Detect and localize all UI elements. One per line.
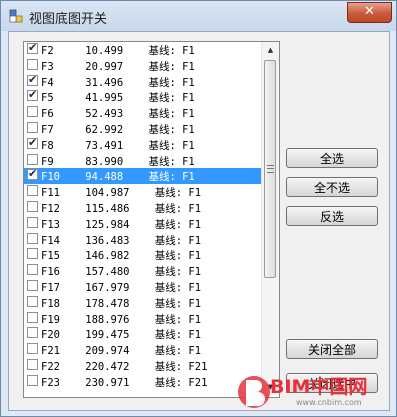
item-label: F17 167.979 基线: F1 xyxy=(41,281,202,294)
item-label: F10 94.488 基线: F1 xyxy=(41,171,195,184)
check-icon: ✔ xyxy=(28,167,38,181)
grip-icon xyxy=(267,165,274,173)
item-label: F23 230.971 基线: F21 xyxy=(41,376,208,389)
list-item[interactable]: F23 230.971 基线: F21 xyxy=(24,374,261,390)
scroll-thumb[interactable] xyxy=(264,60,276,278)
scroll-up-icon[interactable]: ▲ xyxy=(262,42,279,58)
list-item[interactable]: ✔ F4 31.496 基线: F1 xyxy=(24,72,261,90)
item-checkbox[interactable] xyxy=(27,248,38,260)
item-checkbox[interactable]: ✔ xyxy=(27,167,38,181)
select-all-button[interactable]: 全选 xyxy=(286,148,378,168)
check-icon: ✔ xyxy=(28,72,38,86)
item-checkbox[interactable] xyxy=(27,311,38,323)
item-checkbox[interactable] xyxy=(27,200,38,212)
list-item[interactable]: F18 178.478 基线: F1 xyxy=(24,295,261,311)
item-label: F13 125.984 基线: F1 xyxy=(41,218,202,231)
list-item[interactable]: F13 125.984 基线: F1 xyxy=(24,216,261,232)
item-checkbox[interactable] xyxy=(27,295,38,307)
item-checkbox[interactable]: ✔ xyxy=(27,72,38,86)
item-checkbox[interactable] xyxy=(27,327,38,339)
item-label: F3 20.997 基线: F1 xyxy=(41,60,195,73)
item-checkbox[interactable]: ✔ xyxy=(27,41,38,54)
invert-selection-button[interactable]: 反选 xyxy=(286,206,378,226)
bim-logo-icon xyxy=(238,376,270,408)
dialog-body: ✔ F2 10.499 基线: F1 F3 20.997 基线: F1 ✔ F4 31.… xyxy=(8,31,390,411)
close-button[interactable]: ✕ xyxy=(347,2,392,23)
list-item[interactable]: F22 220.472 基线: F21 xyxy=(24,358,261,374)
item-label: F14 136.483 基线: F1 xyxy=(41,234,202,247)
list-item[interactable]: F3 20.997 基线: F1 xyxy=(24,58,261,74)
list-item[interactable]: F20 199.475 基线: F1 xyxy=(24,326,261,342)
item-checkbox[interactable] xyxy=(27,185,38,197)
item-checkbox[interactable] xyxy=(27,264,38,276)
list-item[interactable]: ✔ F5 41.995 基线: F1 xyxy=(24,88,261,105)
app-icon xyxy=(9,9,23,23)
item-checkbox[interactable] xyxy=(27,216,38,228)
item-checkbox[interactable] xyxy=(27,121,38,133)
watermark-brand: BIM中国网 xyxy=(270,376,368,398)
view-checklist[interactable]: ✔ F2 10.499 基线: F1 F3 20.997 基线: F1 ✔ F4 31.… xyxy=(23,41,280,398)
item-label: F7 62.992 基线: F1 xyxy=(41,123,195,136)
item-checkbox[interactable] xyxy=(27,153,38,165)
dialog-window: 视图底图开关 ✕ ✔ F2 10.499 基线: F1 F3 20.997 基线: … xyxy=(0,0,397,417)
list-item[interactable]: F7 62.992 基线: F1 xyxy=(24,121,261,137)
list-item[interactable]: ✔ F8 73.491 基线: F1 xyxy=(24,135,261,153)
title-bar[interactable]: 视图底图开关 ✕ xyxy=(1,1,396,31)
item-label: F19 188.976 基线: F1 xyxy=(41,313,202,326)
item-checkbox[interactable] xyxy=(27,106,38,118)
vertical-scrollbar[interactable]: ▲ ▼ xyxy=(261,42,279,395)
item-label: F18 178.478 基线: F1 xyxy=(41,297,202,310)
item-label: F5 41.995 基线: F1 xyxy=(41,92,195,105)
item-label: F4 31.496 基线: F1 xyxy=(41,76,195,89)
list-item[interactable]: F17 167.979 基线: F1 xyxy=(24,279,261,295)
item-label: F2 10.499 基线: F1 xyxy=(41,45,195,57)
list-item[interactable]: F9 83.990 基线: F1 xyxy=(24,153,261,169)
item-label: F8 73.491 基线: F1 xyxy=(41,139,195,152)
item-label: F21 209.974 基线: F1 xyxy=(41,345,202,358)
list-item[interactable]: F6 52.493 基线: F1 xyxy=(24,105,261,121)
window-title: 视图底图开关 xyxy=(29,12,108,27)
item-label: F9 83.990 基线: F1 xyxy=(41,155,195,168)
list-item[interactable]: F12 115.486 基线: F1 xyxy=(24,200,261,216)
close-all-button[interactable]: 关闭全部 xyxy=(286,339,378,359)
list-item[interactable]: F15 146.982 基线: F1 xyxy=(24,247,261,263)
list-item[interactable]: F11 104.987 基线: F1 xyxy=(24,184,261,200)
list-item[interactable]: ✔ F10 94.488 基线: F1 xyxy=(24,167,261,185)
item-checkbox[interactable]: ✔ xyxy=(27,88,38,102)
watermark-url: www.cnbim.com xyxy=(296,398,362,407)
watermark: BIM中国网 www.cnbim.com xyxy=(236,370,386,414)
checklist-rows: ✔ F2 10.499 基线: F1 F3 20.997 基线: F1 ✔ F4 31.… xyxy=(24,42,261,390)
item-checkbox[interactable] xyxy=(27,232,38,244)
check-icon: ✔ xyxy=(28,41,38,54)
list-item[interactable]: F19 188.976 基线: F1 xyxy=(24,311,261,327)
item-checkbox[interactable] xyxy=(27,279,38,291)
list-item[interactable]: F16 157.480 基线: F1 xyxy=(24,263,261,279)
item-label: F12 115.486 基线: F1 xyxy=(41,202,202,215)
item-label: F15 146.982 基线: F1 xyxy=(41,250,202,263)
item-label: F6 52.493 基线: F1 xyxy=(41,108,195,121)
list-item[interactable]: ✔ F2 10.499 基线: F1 xyxy=(24,42,261,58)
list-item[interactable]: F14 136.483 基线: F1 xyxy=(24,232,261,248)
item-label: F20 199.475 基线: F1 xyxy=(41,329,202,342)
item-label: F16 157.480 基线: F1 xyxy=(41,266,202,279)
list-item[interactable]: F21 209.974 基线: F1 xyxy=(24,342,261,358)
item-checkbox[interactable] xyxy=(27,358,38,370)
item-checkbox[interactable]: ✔ xyxy=(27,135,38,149)
item-label: F22 220.472 基线: F21 xyxy=(41,360,208,373)
item-label: F11 104.987 基线: F1 xyxy=(41,187,202,200)
item-checkbox[interactable] xyxy=(27,374,38,386)
select-none-button[interactable]: 全不选 xyxy=(286,177,378,197)
check-icon: ✔ xyxy=(28,88,38,102)
item-checkbox[interactable] xyxy=(27,58,38,70)
close-icon: ✕ xyxy=(364,4,375,19)
item-checkbox[interactable] xyxy=(27,343,38,355)
check-icon: ✔ xyxy=(28,135,38,149)
